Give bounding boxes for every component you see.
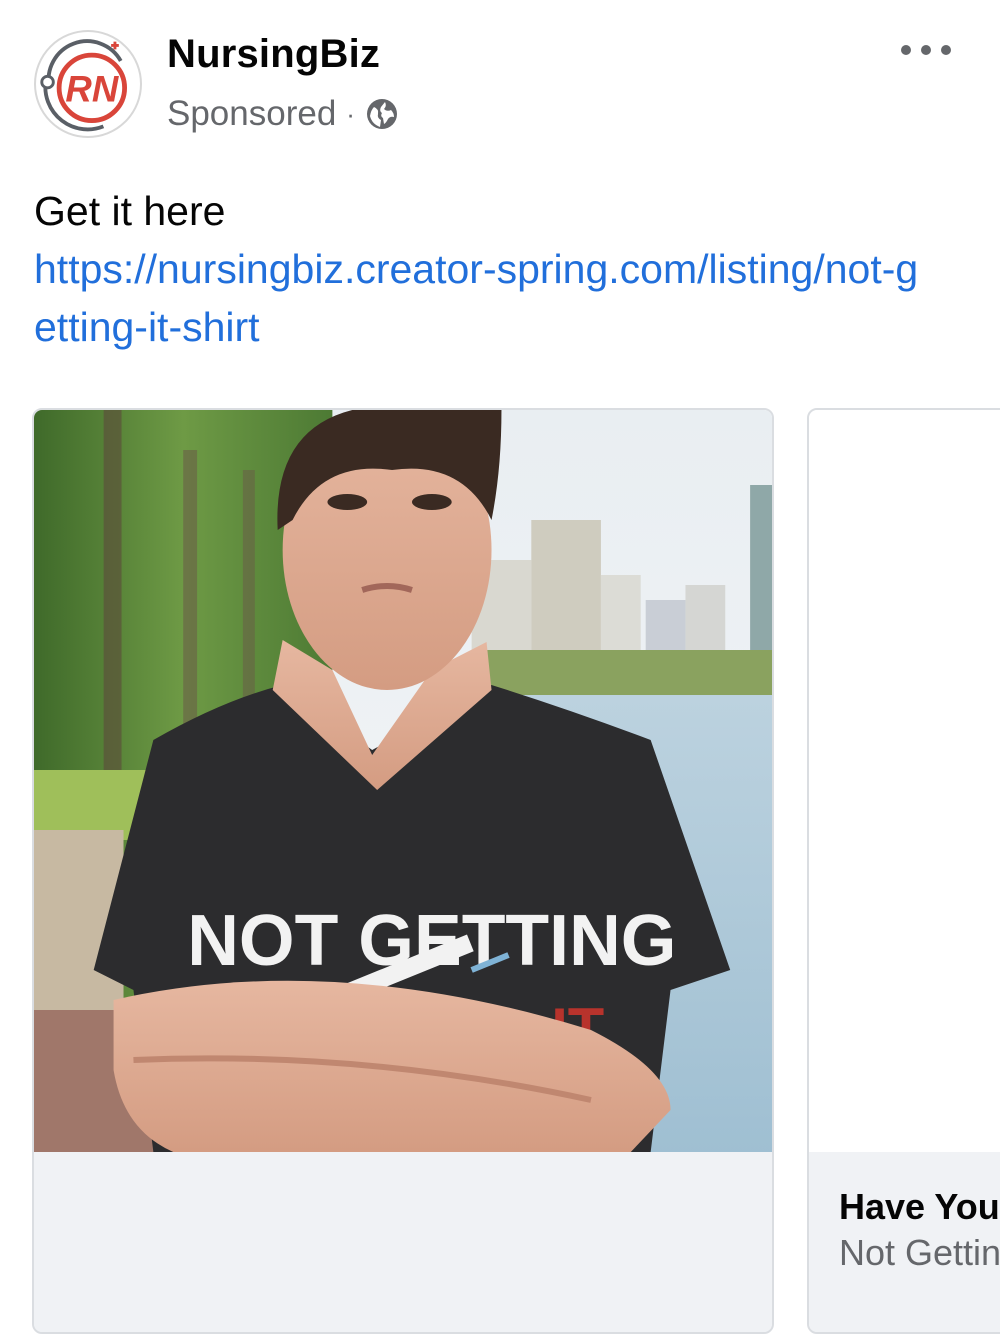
- post-message: Get it here https://nursingbiz.creator-s…: [34, 182, 980, 356]
- sponsored-label[interactable]: Sponsored: [167, 94, 336, 134]
- post-link[interactable]: https://nursingbiz.creator-spring.com/li…: [34, 240, 934, 356]
- avatar-lettering: RN: [65, 68, 119, 109]
- photo-illustration: NOT GETTING IT: [34, 410, 772, 1152]
- more-options-icon: [901, 45, 911, 55]
- carousel-card-2[interactable]: Have You Not Gettin: [807, 408, 1000, 1334]
- carousel-card-1[interactable]: NOT GETTING IT: [32, 408, 774, 1334]
- globe-icon: [366, 99, 397, 129]
- post-meta: Sponsored ·: [167, 94, 399, 134]
- card-subtitle: Not Gettin: [839, 1232, 1000, 1273]
- product-photo[interactable]: NOT GETTING IT: [34, 410, 772, 1152]
- post-text: Get it here: [34, 188, 226, 234]
- card-footer[interactable]: [34, 1152, 772, 1332]
- more-options-button[interactable]: [895, 30, 957, 70]
- shirt-print-text: NOT GETTING: [187, 901, 676, 981]
- card-title: Have You: [839, 1186, 1000, 1227]
- nursingbiz-logo: RN: [39, 35, 137, 133]
- meta-separator: ·: [346, 99, 355, 129]
- page-avatar[interactable]: RN: [34, 30, 142, 138]
- page-name[interactable]: NursingBiz: [167, 32, 380, 77]
- product-photo-2[interactable]: [809, 410, 1000, 1152]
